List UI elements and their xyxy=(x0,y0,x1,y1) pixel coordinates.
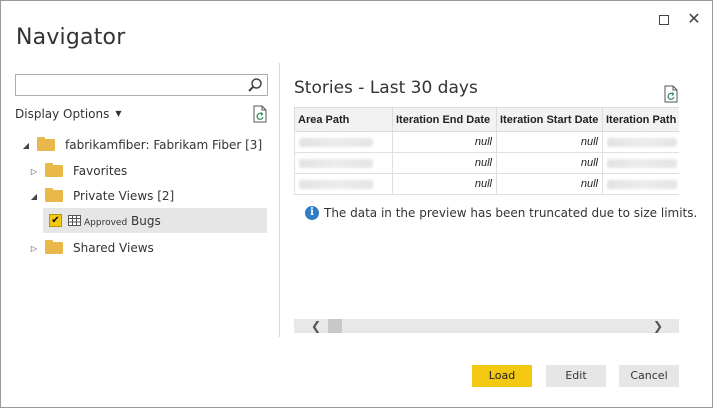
preview-table-container[interactable]: Area Path Iteration End Date Iteration S… xyxy=(294,107,679,195)
info-message: The data in the preview has been truncat… xyxy=(324,206,698,220)
table-row: null null xyxy=(294,173,679,195)
table-icon xyxy=(68,215,81,226)
search-box xyxy=(15,74,268,96)
tree-item-favorites[interactable]: ▷ Favorites xyxy=(29,159,127,183)
column-header[interactable]: Iteration End Date xyxy=(392,107,497,132)
cancel-button[interactable]: Cancel xyxy=(619,365,679,387)
pane-divider xyxy=(279,63,280,337)
dialog-title: Navigator xyxy=(16,25,126,50)
redacted-value xyxy=(607,179,677,189)
table-cell xyxy=(602,152,679,174)
tree-item-label: Shared Views xyxy=(73,241,154,255)
truncation-notice: i The data in the preview has been trunc… xyxy=(305,206,697,220)
refresh-icon[interactable] xyxy=(663,85,679,103)
folder-icon xyxy=(45,240,63,254)
column-header[interactable]: Area Path xyxy=(294,107,393,132)
display-options-label: Display Options xyxy=(15,107,110,121)
expand-icon[interactable]: ▷ xyxy=(29,167,39,176)
table-cell: null xyxy=(496,131,603,153)
column-header[interactable]: Iteration Path xyxy=(602,107,679,132)
tree-item-approved-bugs[interactable]: ✔ Approved Bugs xyxy=(43,208,267,233)
scroll-right-icon[interactable]: ❯ xyxy=(650,319,666,333)
folder-icon xyxy=(45,188,63,202)
refresh-icon[interactable] xyxy=(252,105,268,123)
preview-title: Stories - Last 30 days xyxy=(294,78,478,98)
close-button[interactable]: ✕ xyxy=(685,11,703,29)
expand-icon[interactable]: ▷ xyxy=(29,244,39,253)
approved-bugs-checkbox[interactable]: ✔ xyxy=(49,214,62,227)
navigator-dialog: ✕ Navigator Display Options ▼ ◢ fabrikamf… xyxy=(0,0,713,408)
tree-item-shared-views[interactable]: ▷ Shared Views xyxy=(29,236,154,260)
scroll-left-icon[interactable]: ❮ xyxy=(308,319,324,333)
folder-icon xyxy=(37,137,55,151)
table-cell: null xyxy=(496,173,603,195)
table-cell xyxy=(294,152,393,174)
column-header[interactable]: Iteration Start Date xyxy=(496,107,603,132)
search-input[interactable] xyxy=(16,75,241,95)
tree-item-label: fabrikamfiber: Fabrikam Fiber [3] xyxy=(65,138,263,152)
table-row: null null xyxy=(294,152,679,174)
table-cell xyxy=(602,131,679,153)
edit-button[interactable]: Edit xyxy=(546,365,606,387)
maximize-icon xyxy=(659,15,669,25)
info-icon: i xyxy=(305,206,319,220)
table-cell xyxy=(602,173,679,195)
tree-item-label: Approved Bugs xyxy=(84,213,161,228)
collapse-icon[interactable]: ◢ xyxy=(21,141,31,150)
maximize-button[interactable] xyxy=(655,11,673,29)
table-cell xyxy=(294,173,393,195)
table-row: null null xyxy=(294,131,679,153)
tree-item-fabrikamfiber[interactable]: ◢ fabrikamfiber: Fabrikam Fiber [3] xyxy=(21,133,262,157)
table-cell: null xyxy=(392,173,497,195)
chevron-down-icon: ▼ xyxy=(115,109,122,118)
redacted-value xyxy=(607,137,677,147)
search-icon[interactable] xyxy=(247,77,263,93)
load-button[interactable]: Load xyxy=(472,365,532,387)
redacted-value xyxy=(299,179,373,189)
collapse-icon[interactable]: ◢ xyxy=(29,192,39,201)
redacted-value xyxy=(299,158,373,168)
table-header-row: Area Path Iteration End Date Iteration S… xyxy=(294,107,679,132)
redacted-value xyxy=(607,158,677,168)
folder-icon xyxy=(45,163,63,177)
table-cell: null xyxy=(496,152,603,174)
preview-table: Area Path Iteration End Date Iteration S… xyxy=(294,107,679,195)
tree-item-private-views[interactable]: ◢ Private Views [2] xyxy=(29,184,174,208)
redacted-value xyxy=(299,137,373,147)
horizontal-scrollbar[interactable]: ❮ ❯ xyxy=(294,319,679,333)
display-options-dropdown[interactable]: Display Options ▼ xyxy=(15,107,122,121)
close-icon: ✕ xyxy=(687,11,701,28)
scrollbar-thumb[interactable] xyxy=(328,319,342,333)
tree-item-label: Private Views [2] xyxy=(73,189,175,203)
table-cell: null xyxy=(392,131,497,153)
tree-item-label: Favorites xyxy=(73,164,128,178)
table-cell xyxy=(294,131,393,153)
table-cell: null xyxy=(392,152,497,174)
